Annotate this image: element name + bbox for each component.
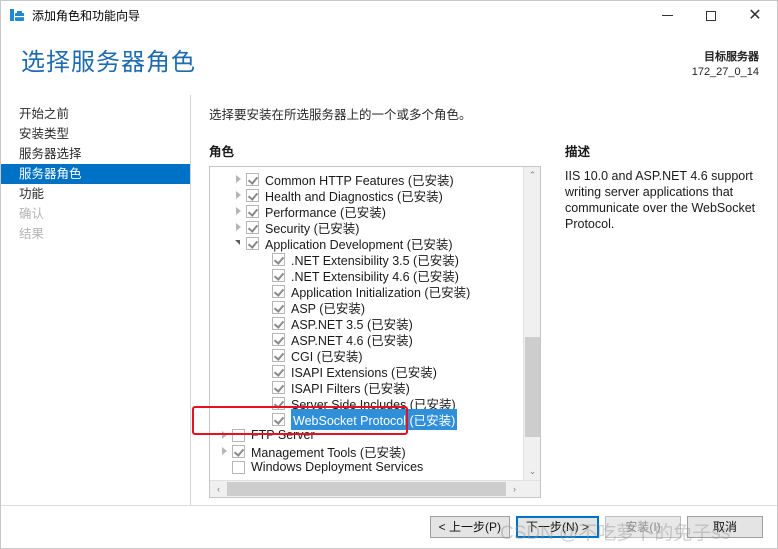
role-checkbox[interactable] [246, 204, 259, 218]
target-server-value: 172_27_0_14 [691, 66, 759, 78]
role-checkbox[interactable] [272, 252, 285, 266]
role-checkbox[interactable] [246, 188, 259, 202]
close-icon: ✕ [748, 6, 762, 24]
scroll-left-icon[interactable]: ‹ [210, 481, 227, 497]
role-checkbox[interactable] [272, 396, 285, 410]
no-expander-icon [258, 347, 272, 363]
cancel-button[interactable]: 取消 [687, 516, 763, 538]
no-expander-icon [258, 331, 272, 347]
role-checkbox[interactable] [272, 412, 285, 426]
no-expander-icon [258, 267, 272, 283]
tree-item[interactable]: Performance (已安装) [210, 203, 523, 220]
role-checkbox[interactable] [272, 364, 285, 378]
target-server-block: 目标服务器 172_27_0_14 [692, 50, 759, 80]
title-bar: 添加角色和功能向导 ✕ [1, 1, 777, 30]
chevron-right-icon[interactable] [218, 443, 232, 459]
tree-item[interactable]: Windows Deployment Services [210, 459, 523, 475]
roles-listbox[interactable]: Common HTTP Features (已安装) Health and Dia… [209, 166, 541, 498]
maximize-icon [706, 10, 716, 21]
sidebar-item-before-you-begin[interactable]: 开始之前 [1, 104, 190, 124]
tree-item[interactable]: Application Initialization (已安装) [210, 283, 523, 300]
role-checkbox[interactable] [246, 172, 259, 186]
chevron-down-icon[interactable] [232, 235, 246, 251]
previous-button[interactable]: < 上一步(P) [429, 516, 510, 538]
content-columns: 角色 Common HTTP Features (已安装) Health and … [209, 141, 777, 498]
sidebar-item-confirmation: 确认 [19, 207, 45, 221]
horizontal-scroll-thumb[interactable] [227, 482, 506, 496]
no-expander-icon [258, 283, 272, 299]
minimize-button[interactable] [645, 1, 689, 30]
sidebar-item-installation-type[interactable]: 安装类型 [1, 124, 190, 144]
chevron-right-icon[interactable] [232, 171, 246, 187]
chevron-right-icon[interactable] [232, 219, 246, 235]
no-expander-icon [258, 363, 272, 379]
no-expander-icon [218, 459, 232, 475]
no-expander-icon [258, 395, 272, 411]
role-checkbox[interactable] [272, 316, 285, 330]
roles-section-header: 角色 [209, 145, 235, 159]
instruction-text: 选择要安装在所选服务器上的一个或多个角色。 [209, 108, 472, 122]
role-checkbox[interactable] [246, 236, 259, 250]
scroll-down-icon[interactable]: ⌄ [524, 463, 540, 480]
role-checkbox[interactable] [272, 348, 285, 362]
tree-item[interactable]: Management Tools (已安装) [210, 443, 523, 460]
maximize-button[interactable] [689, 1, 733, 30]
role-checkbox[interactable] [272, 268, 285, 282]
roles-tree[interactable]: Common HTTP Features (已安装) Health and Dia… [210, 171, 523, 480]
no-expander-icon [258, 411, 272, 427]
page-title: 选择服务器角色 [21, 49, 196, 76]
role-checkbox[interactable] [272, 380, 285, 394]
wizard-step-nav: 开始之前 安装类型 服务器选择 服务器角色 功能 确认 结果 [1, 95, 191, 505]
wizard-content: 选择要安装在所选服务器上的一个或多个角色。 角色 Common HTTP Fea… [191, 95, 777, 505]
tree-item[interactable]: ASP.NET 4.6 (已安装) [210, 331, 523, 348]
sidebar-item-server-selection[interactable]: 服务器选择 [1, 144, 190, 164]
roles-column: 角色 Common HTTP Features (已安装) Health and … [209, 141, 541, 498]
description-column: 描述 IIS 10.0 and ASP.NET 4.6 support writ… [541, 141, 777, 498]
description-text: IIS 10.0 and ASP.NET 4.6 support writing… [565, 169, 756, 231]
minimize-icon [661, 15, 673, 16]
scroll-right-icon[interactable]: › [506, 481, 523, 497]
chevron-right-icon[interactable] [218, 427, 232, 443]
roles-vertical-scrollbar[interactable]: ⌃ ⌄ [523, 167, 540, 480]
no-expander-icon [258, 315, 272, 331]
close-button[interactable]: ✕ [733, 1, 777, 30]
scroll-up-icon[interactable]: ⌃ [524, 167, 540, 184]
role-checkbox[interactable] [232, 428, 245, 442]
tree-item[interactable]: WebSocket Protocol (已安装) [210, 408, 523, 430]
window-controls: ✕ [645, 1, 777, 30]
install-button: 安装(I) [605, 516, 681, 538]
role-checkbox[interactable] [272, 284, 285, 298]
tree-item-label: Management Tools (已安装) [251, 445, 406, 460]
no-expander-icon [258, 251, 272, 267]
role-checkbox[interactable] [232, 444, 245, 458]
role-checkbox[interactable] [232, 460, 245, 474]
sidebar-item-features[interactable]: 功能 [1, 184, 190, 204]
role-checkbox[interactable] [272, 332, 285, 346]
chevron-right-icon[interactable] [232, 187, 246, 203]
chevron-right-icon[interactable] [232, 203, 246, 219]
sidebar-item-server-roles[interactable]: 服务器角色 [1, 164, 190, 184]
roles-horizontal-scrollbar[interactable]: ‹ › [210, 480, 540, 497]
server-manager-icon [9, 8, 25, 24]
vertical-scroll-thumb[interactable] [525, 337, 540, 437]
role-checkbox[interactable] [272, 300, 285, 314]
wizard-body: 开始之前 安装类型 服务器选择 服务器角色 功能 确认 结果 选择要安装在所选服… [1, 95, 777, 505]
next-button[interactable]: 下一步(N) > [515, 516, 599, 538]
sidebar-item-results: 结果 [19, 227, 45, 241]
page-header: 选择服务器角色 目标服务器 172_27_0_14 [1, 30, 777, 95]
add-roles-and-features-wizard-window: 添加角色和功能向导 ✕ 选择服务器角色 目标服务器 172_27_0_14 开始… [0, 0, 778, 549]
window-title: 添加角色和功能向导 [32, 9, 141, 23]
tree-item-label: FTP Server [251, 428, 315, 442]
description-section-header: 描述 [565, 145, 591, 159]
tree-item-label: WebSocket Protocol (已安装) [291, 408, 458, 430]
tree-item-label: Windows Deployment Services [251, 460, 424, 474]
no-expander-icon [258, 299, 272, 315]
no-expander-icon [258, 379, 272, 395]
wizard-footer: < 上一步(P) 下一步(N) > 安装(I) 取消 [1, 505, 777, 548]
target-server-label: 目标服务器 [704, 51, 759, 63]
role-checkbox[interactable] [246, 220, 259, 234]
